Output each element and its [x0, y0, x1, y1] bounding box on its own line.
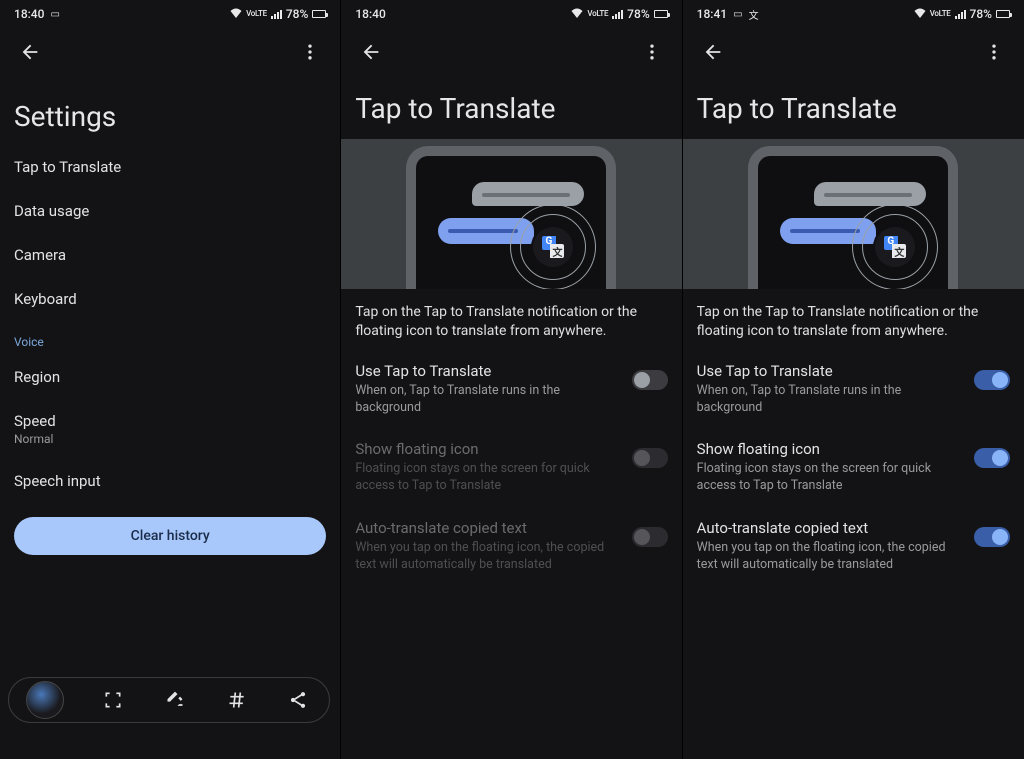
toggle-switch	[632, 527, 668, 547]
translate-icon: G文	[884, 236, 906, 258]
toggle-switch[interactable]	[974, 370, 1010, 390]
settings-item-data-usage[interactable]: Data usage	[0, 189, 340, 233]
settings-item-speed[interactable]: Speed Normal	[0, 399, 340, 459]
item-label: Keyboard	[14, 290, 77, 308]
tap-to-translate-panel-on: 18:41 ▭ 文 VoLTE 78% Tap to Translate G文	[683, 0, 1024, 759]
overflow-menu-button[interactable]	[632, 32, 672, 72]
app-bar	[341, 28, 681, 76]
option-sub: Floating icon stays on the screen for qu…	[697, 461, 964, 495]
status-time: 18:41	[697, 7, 727, 21]
back-button[interactable]	[693, 32, 733, 72]
wifi-icon	[571, 8, 583, 21]
item-label: Region	[14, 368, 60, 386]
page-title: Tap to Translate	[341, 76, 681, 139]
floating-icon-illustration: G文	[510, 204, 596, 289]
hero-illustration: G文	[341, 139, 681, 289]
status-bar: 18:41 ▭ 文 VoLTE 78%	[683, 0, 1024, 28]
toggle-switch[interactable]	[974, 527, 1010, 547]
image-icon: ▭	[50, 9, 59, 20]
option-use-tap-to-translate[interactable]: Use Tap to Translate When on, Tap to Tra…	[341, 350, 681, 429]
toggle-switch[interactable]	[974, 448, 1010, 468]
item-label: Data usage	[14, 202, 89, 220]
battery-icon	[996, 10, 1010, 18]
image-icon: ▭	[733, 9, 742, 20]
settings-panel: 18:40 ▭ VoLTE 78% Settings Tap to Transl…	[0, 0, 341, 759]
battery-icon	[654, 10, 668, 18]
signal-icon	[612, 9, 623, 19]
option-title: Show floating icon	[355, 440, 621, 458]
volte-icon: VoLTE	[930, 10, 951, 18]
item-label: Speech input	[14, 472, 101, 490]
option-use-tap-to-translate[interactable]: Use Tap to Translate When on, Tap to Tra…	[683, 350, 1024, 429]
battery-pct: 78%	[627, 7, 649, 21]
phone-frame-illustration: G文	[406, 146, 616, 289]
translate-icon: G文	[542, 236, 564, 258]
option-show-floating-icon: Show floating icon Floating icon stays o…	[341, 428, 681, 507]
wifi-icon	[914, 8, 926, 21]
button-label: Clear history	[131, 528, 210, 544]
screenshot-thumbnail[interactable]	[26, 681, 64, 719]
status-bar: 18:40 VoLTE 78%	[341, 0, 681, 28]
status-time: 18:40	[14, 7, 44, 21]
option-auto-translate: Auto-translate copied text When you tap …	[341, 507, 681, 586]
settings-item-camera[interactable]: Camera	[0, 233, 340, 277]
settings-item-keyboard[interactable]: Keyboard	[0, 277, 340, 321]
page-title: Tap to Translate	[683, 76, 1024, 139]
tap-to-translate-panel-off: 18:40 VoLTE 78% Tap to Translate G文 Tap …	[341, 0, 682, 759]
option-sub: When you tap on the floating icon, the c…	[355, 540, 621, 574]
app-bar	[0, 28, 340, 76]
hashtag-icon[interactable]	[225, 688, 249, 712]
item-sublabel: Normal	[14, 432, 326, 446]
overflow-menu-button[interactable]	[290, 32, 330, 72]
crop-icon[interactable]	[101, 688, 125, 712]
section-header-voice: Voice	[0, 321, 340, 355]
floating-icon-illustration: G文	[852, 204, 938, 289]
settings-item-tap-to-translate[interactable]: Tap to Translate	[0, 145, 340, 189]
battery-icon	[312, 10, 326, 18]
toggle-switch	[632, 448, 668, 468]
hero-illustration: G文	[683, 139, 1024, 289]
app-bar	[683, 28, 1024, 76]
battery-pct: 78%	[286, 7, 308, 21]
settings-item-speech-input[interactable]: Speech input	[0, 459, 340, 503]
description-text: Tap on the Tap to Translate notification…	[683, 289, 1024, 350]
option-title: Show floating icon	[697, 440, 964, 458]
settings-item-region[interactable]: Region	[0, 355, 340, 399]
status-bar: 18:40 ▭ VoLTE 78%	[0, 0, 340, 28]
option-show-floating-icon[interactable]: Show floating icon Floating icon stays o…	[683, 428, 1024, 507]
item-label: Tap to Translate	[14, 158, 121, 176]
option-sub: When on, Tap to Translate runs in the ba…	[355, 383, 621, 417]
share-icon[interactable]	[286, 688, 310, 712]
option-sub: When you tap on the floating icon, the c…	[697, 540, 964, 574]
option-sub: Floating icon stays on the screen for qu…	[355, 461, 621, 495]
screenshot-toolbar	[8, 677, 330, 723]
volte-icon: VoLTE	[246, 10, 267, 18]
back-button[interactable]	[351, 32, 391, 72]
signal-icon	[271, 9, 282, 19]
clear-history-button[interactable]: Clear history	[14, 517, 326, 555]
item-label: Camera	[14, 246, 66, 264]
option-title: Use Tap to Translate	[697, 362, 964, 380]
option-title: Auto-translate copied text	[697, 519, 964, 537]
option-sub: When on, Tap to Translate runs in the ba…	[697, 383, 964, 417]
battery-pct: 78%	[970, 7, 992, 21]
page-title: Settings	[0, 76, 340, 145]
overflow-menu-button[interactable]	[974, 32, 1014, 72]
wifi-icon	[230, 8, 242, 21]
item-label: Speed	[14, 412, 326, 430]
volte-icon: VoLTE	[587, 10, 608, 18]
phone-frame-illustration: G文	[748, 146, 958, 289]
option-auto-translate[interactable]: Auto-translate copied text When you tap …	[683, 507, 1024, 586]
toggle-switch[interactable]	[632, 370, 668, 390]
status-time: 18:40	[355, 7, 385, 21]
signal-icon	[955, 9, 966, 19]
option-title: Use Tap to Translate	[355, 362, 621, 380]
chat-bubble-icon	[814, 182, 926, 206]
translate-status-icon: 文	[749, 7, 759, 22]
description-text: Tap on the Tap to Translate notification…	[341, 289, 681, 350]
option-title: Auto-translate copied text	[355, 519, 621, 537]
chat-bubble-icon	[472, 182, 584, 206]
back-button[interactable]	[10, 32, 50, 72]
edit-icon[interactable]	[163, 688, 187, 712]
